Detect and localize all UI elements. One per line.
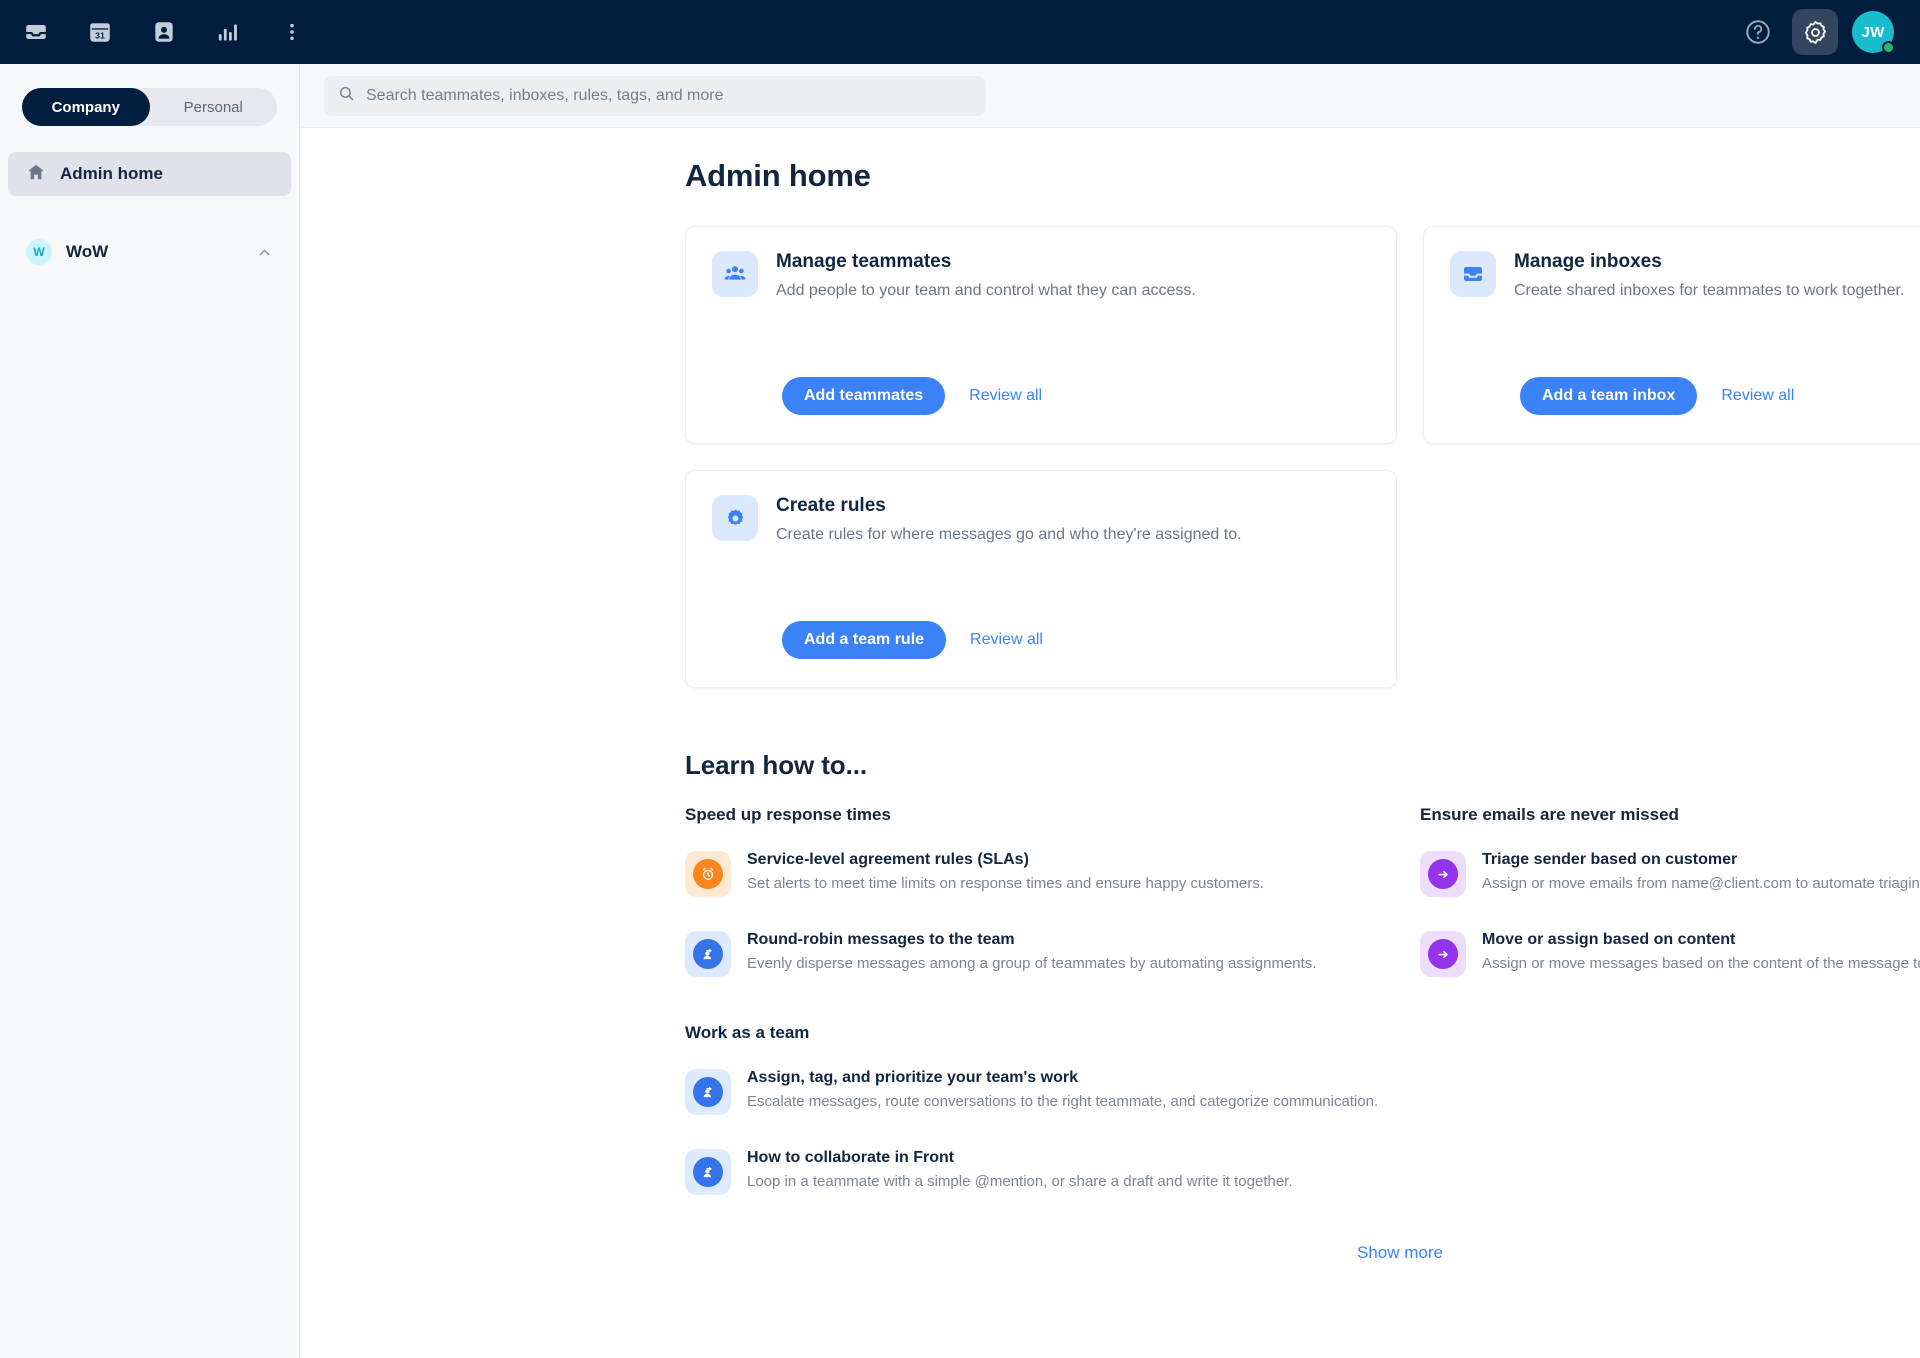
- learn-heading-emails: Ensure emails are never missed: [1420, 805, 1679, 824]
- learn-grid: Speed up response times Service-level ag…: [685, 805, 1920, 1217]
- show-more-link[interactable]: Show more: [1357, 1243, 1443, 1263]
- learn-item-slas[interactable]: Service-level agreement rules (SLAs) Set…: [685, 839, 1405, 909]
- assign-person-icon: [685, 1069, 731, 1115]
- arrow-right-icon: [1420, 851, 1466, 897]
- learn-item-description: Set alerts to meet time limits on respon…: [747, 875, 1264, 892]
- learn-item-title: How to collaborate in Front: [747, 1149, 955, 1166]
- avatar[interactable]: JW: [1852, 11, 1895, 54]
- more-options-icon[interactable]: [270, 10, 314, 54]
- card-create-rules[interactable]: Create rules Create rules for where mess…: [685, 470, 1397, 688]
- learn-column-right: Ensure emails are never missed Triage se…: [1420, 805, 1920, 1217]
- learn-column-left: Speed up response times Service-level ag…: [685, 805, 1420, 1217]
- calendar-icon[interactable]: 31: [78, 10, 122, 54]
- page-title: Admin home: [685, 158, 871, 193]
- review-all-inboxes-link[interactable]: Review all: [1721, 387, 1794, 405]
- people-icon: [712, 251, 758, 297]
- card-description: Create rules for where messages go and w…: [776, 526, 1242, 543]
- sidebar-workspace-wow[interactable]: W WoW: [8, 230, 291, 274]
- learn-item-title: Triage sender based on customer: [1482, 851, 1738, 868]
- main-content: Search teammates, inboxes, rules, tags, …: [300, 64, 1920, 1358]
- inbox-icon[interactable]: [14, 10, 58, 54]
- scope-tab-company[interactable]: Company: [22, 88, 150, 126]
- card-title: Manage inboxes: [1514, 251, 1662, 272]
- card-manage-inboxes[interactable]: Manage inboxes Create shared inboxes for…: [1423, 226, 1920, 444]
- sidebar: Company Personal Admin home W WoW: [0, 64, 300, 1358]
- card-manage-teammates[interactable]: Manage teammates Add people to your team…: [685, 226, 1397, 444]
- learn-item-triage-sender[interactable]: Triage sender based on customer Assign o…: [1420, 839, 1920, 909]
- learn-item-description: Assign or move messages based on the con…: [1482, 955, 1920, 972]
- chevron-up-icon[interactable]: [256, 244, 273, 261]
- search-input[interactable]: Search teammates, inboxes, rules, tags, …: [324, 75, 986, 116]
- inbox-icon: [1450, 251, 1496, 297]
- workspace-name: WoW: [66, 242, 109, 261]
- add-teammates-button[interactable]: Add teammates: [782, 377, 946, 415]
- assign-person-icon: [685, 1149, 731, 1195]
- top-nav-icons: 31: [14, 10, 314, 54]
- learn-item-move-assign-content[interactable]: Move or assign based on content Assign o…: [1420, 919, 1920, 989]
- learn-item-collaborate-front[interactable]: How to collaborate in Front Loop in a te…: [685, 1137, 1405, 1207]
- review-all-rules-link[interactable]: Review all: [970, 631, 1043, 649]
- assign-person-icon: [685, 931, 731, 977]
- learn-item-assign-tag-prioritize[interactable]: Assign, tag, and prioritize your team's …: [685, 1057, 1405, 1127]
- sidebar-item-admin-home[interactable]: Admin home: [8, 152, 291, 196]
- learn-item-description: Loop in a teammate with a simple @mentio…: [747, 1173, 1293, 1190]
- learn-item-title: Assign, tag, and prioritize your team's …: [747, 1069, 1078, 1086]
- card-title: Create rules: [776, 495, 886, 516]
- learn-heading-speed: Speed up response times: [685, 805, 891, 824]
- svg-text:31: 31: [95, 31, 105, 41]
- top-navigation-bar: 31 JW: [0, 0, 1920, 64]
- card-description: Add people to your team and control what…: [776, 282, 1196, 299]
- scope-tab-personal[interactable]: Personal: [150, 88, 278, 126]
- card-title: Manage teammates: [776, 251, 952, 272]
- learn-item-description: Assign or move emails from name@client.c…: [1482, 875, 1920, 892]
- arrow-right-icon: [1420, 931, 1466, 977]
- card-description: Create shared inboxes for teammates to w…: [1514, 282, 1905, 299]
- review-all-teammates-link[interactable]: Review all: [969, 387, 1042, 405]
- scope-toggle: Company Personal: [22, 88, 277, 126]
- search-icon: [338, 85, 355, 107]
- help-icon[interactable]: [1738, 12, 1778, 52]
- learn-item-description: Evenly disperse messages among a group o…: [747, 955, 1317, 972]
- top-nav-actions: JW: [1738, 9, 1904, 55]
- learn-item-description: Escalate messages, route conversations t…: [747, 1093, 1379, 1110]
- search-bar-row: Search teammates, inboxes, rules, tags, …: [300, 64, 1920, 128]
- learn-item-title: Move or assign based on content: [1482, 931, 1736, 948]
- presence-indicator: [1882, 41, 1895, 54]
- gear-icon: [712, 495, 758, 541]
- sidebar-item-label: Admin home: [60, 164, 163, 183]
- contacts-icon[interactable]: [142, 10, 186, 54]
- learn-heading-work: Work as a team: [685, 1023, 810, 1042]
- learn-item-title: Round-robin messages to the team: [747, 931, 1015, 948]
- learn-item-round-robin[interactable]: Round-robin messages to the team Evenly …: [685, 919, 1405, 989]
- learn-item-title: Service-level agreement rules (SLAs): [747, 851, 1029, 868]
- learn-section-title: Learn how to...: [685, 750, 867, 780]
- settings-gear-icon[interactable]: [1792, 9, 1838, 55]
- admin-home-content: Admin home Manage teammates Add people t…: [300, 128, 1920, 1293]
- home-icon: [26, 162, 46, 187]
- admin-cards: Manage teammates Add people to your team…: [685, 226, 1920, 688]
- show-more-row: Show more: [685, 1243, 1920, 1293]
- add-team-inbox-button[interactable]: Add a team inbox: [1520, 377, 1698, 415]
- analytics-icon[interactable]: [206, 10, 250, 54]
- alarm-clock-icon: [685, 851, 731, 897]
- workspace-badge: W: [26, 239, 52, 265]
- add-team-rule-button[interactable]: Add a team rule: [782, 621, 947, 659]
- search-placeholder: Search teammates, inboxes, rules, tags, …: [366, 86, 724, 104]
